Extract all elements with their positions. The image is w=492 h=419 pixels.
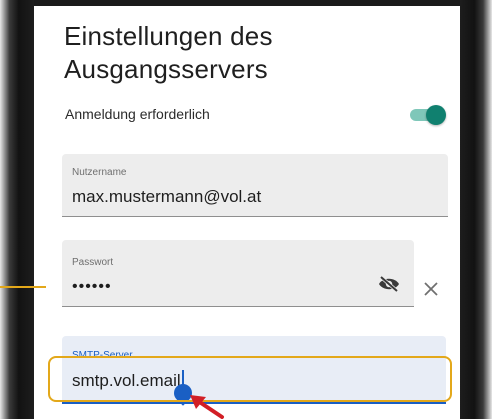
toggle-thumb (426, 105, 446, 125)
phone-frame-left (0, 0, 34, 419)
auth-required-label: Anmeldung erforderlich (65, 106, 210, 122)
username-field-label: Nutzername (72, 167, 127, 178)
callout-pointer-line (0, 286, 46, 288)
page: Einstellungen des Ausgangsservers Anmeld… (0, 0, 492, 419)
eye-off-icon[interactable] (378, 276, 400, 292)
page-title: Einstellungen des Ausgangsservers (64, 20, 424, 86)
password-field[interactable]: Passwort •••••• (62, 240, 414, 307)
page-title-line-2: Ausgangsservers (64, 54, 268, 84)
auth-required-toggle[interactable] (410, 105, 446, 125)
page-title-line-1: Einstellungen des (64, 21, 273, 51)
password-field-value[interactable]: •••••• (72, 278, 112, 296)
smtp-field-highlight-box (48, 356, 452, 402)
password-field-label: Passwort (72, 257, 114, 268)
username-field[interactable]: Nutzername max.mustermann@vol.at (62, 154, 448, 217)
phone-frame-right (460, 0, 492, 419)
red-arrow-icon (190, 395, 224, 419)
username-field-value[interactable]: max.mustermann@vol.at (72, 187, 261, 207)
close-icon[interactable] (424, 282, 438, 296)
